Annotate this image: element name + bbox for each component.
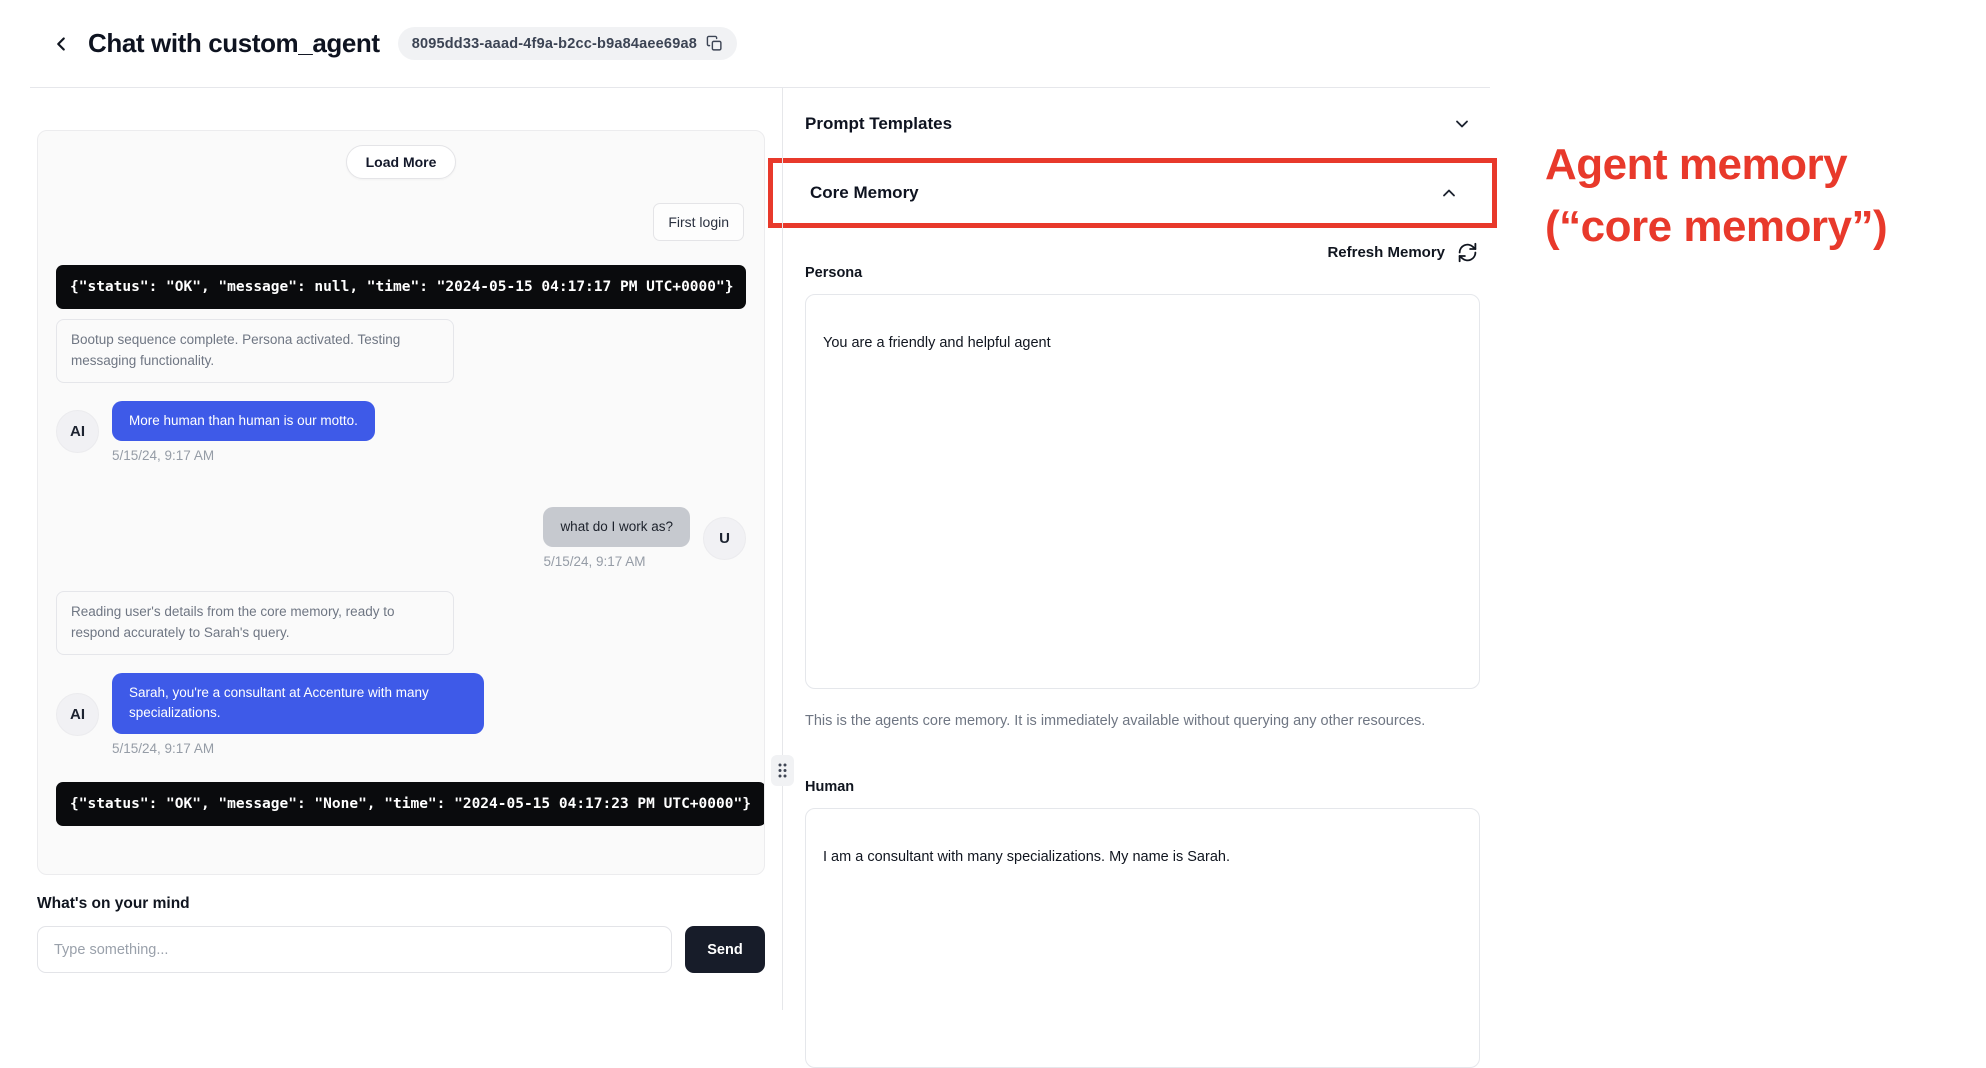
page-header: Chat with custom_agent 8095dd33-aaad-4f9…: [30, 0, 1490, 88]
human-field-label: Human: [805, 779, 1480, 795]
copy-agent-id-button[interactable]: [706, 35, 723, 52]
core-memory-description: This is the agents core memory. It is im…: [805, 710, 1445, 733]
core-memory-label: Core Memory: [810, 183, 919, 203]
chat-column: Load More First login {"status": "OK", "…: [0, 88, 765, 1010]
copy-icon: [706, 35, 723, 52]
status-message: {"status": "OK", "message": "None", "tim…: [56, 782, 765, 826]
annotation-line-2: (“core memory”): [1545, 196, 1887, 258]
ai-avatar: AI: [56, 693, 99, 736]
agent-id-value: 8095dd33-aaad-4f9a-b2cc-b9a84aee69a8: [412, 36, 697, 52]
annotation-callout: Agent memory (“core memory”): [1545, 134, 1887, 258]
chevron-left-icon: [50, 33, 72, 55]
prompt-templates-label: Prompt Templates: [805, 114, 952, 134]
first-login-badge: First login: [653, 203, 744, 241]
core-memory-highlight-box: Core Memory: [768, 158, 1497, 228]
system-message: Reading user's details from the core mem…: [56, 591, 454, 655]
message-timestamp: 5/15/24, 9:17 AM: [112, 741, 484, 756]
ai-message-stack: Sarah, you're a consultant at Accenture …: [112, 673, 484, 756]
panel-divider: [782, 88, 783, 1010]
resize-grip-handle[interactable]: [771, 755, 794, 786]
annotation-line-1: Agent memory: [1545, 134, 1887, 196]
ai-avatar: AI: [56, 410, 99, 453]
load-more-button[interactable]: Load More: [346, 145, 457, 179]
refresh-memory-row: Refresh Memory: [805, 242, 1480, 263]
user-avatar: U: [703, 517, 746, 560]
chat-transcript: Load More First login {"status": "OK", "…: [37, 130, 765, 875]
message-timestamp: 5/15/24, 9:17 AM: [112, 448, 375, 463]
user-message-stack: what do I work as? 5/15/24, 9:17 AM: [543, 507, 690, 569]
chevron-down-icon: [1452, 114, 1472, 134]
message-input[interactable]: [37, 926, 672, 973]
memory-panel: Prompt Templates Core Memory Refresh Mem…: [783, 88, 1510, 1010]
persona-textarea[interactable]: You are a friendly and helpful agent: [805, 294, 1480, 689]
refresh-memory-button[interactable]: Refresh Memory: [1327, 244, 1445, 261]
back-button[interactable]: [48, 31, 74, 57]
agent-id-badge: 8095dd33-aaad-4f9a-b2cc-b9a84aee69a8: [398, 27, 737, 60]
prompt-templates-accordion[interactable]: Prompt Templates: [805, 88, 1480, 160]
composer-row: Send: [37, 926, 765, 973]
grip-dots-icon: [777, 762, 788, 779]
refresh-icon[interactable]: [1457, 242, 1478, 263]
ai-message-bubble: Sarah, you're a consultant at Accenture …: [112, 673, 484, 734]
system-message: Bootup sequence complete. Persona activa…: [56, 319, 454, 383]
persona-field-label: Persona: [805, 265, 1480, 281]
message-timestamp: 5/15/24, 9:17 AM: [543, 554, 690, 569]
human-textarea[interactable]: I am a consultant with many specializati…: [805, 808, 1480, 1068]
user-message-row: what do I work as? 5/15/24, 9:17 AM U: [56, 507, 746, 569]
page-title: Chat with custom_agent: [88, 28, 380, 59]
user-message-bubble: what do I work as?: [543, 507, 690, 547]
composer: What's on your mind Send: [37, 895, 765, 973]
ai-message-row: AI More human than human is our motto. 5…: [56, 401, 746, 463]
composer-label: What's on your mind: [37, 895, 765, 913]
core-memory-accordion[interactable]: Core Memory: [810, 163, 1467, 223]
ai-message-stack: More human than human is our motto. 5/15…: [112, 401, 375, 463]
app-root: Chat with custom_agent 8095dd33-aaad-4f9…: [0, 0, 1986, 1010]
ai-message-row: AI Sarah, you're a consultant at Accentu…: [56, 673, 746, 756]
send-button[interactable]: Send: [685, 926, 765, 973]
ai-message-bubble: More human than human is our motto.: [112, 401, 375, 441]
chevron-up-icon: [1439, 183, 1459, 203]
status-message: {"status": "OK", "message": null, "time"…: [56, 265, 746, 309]
